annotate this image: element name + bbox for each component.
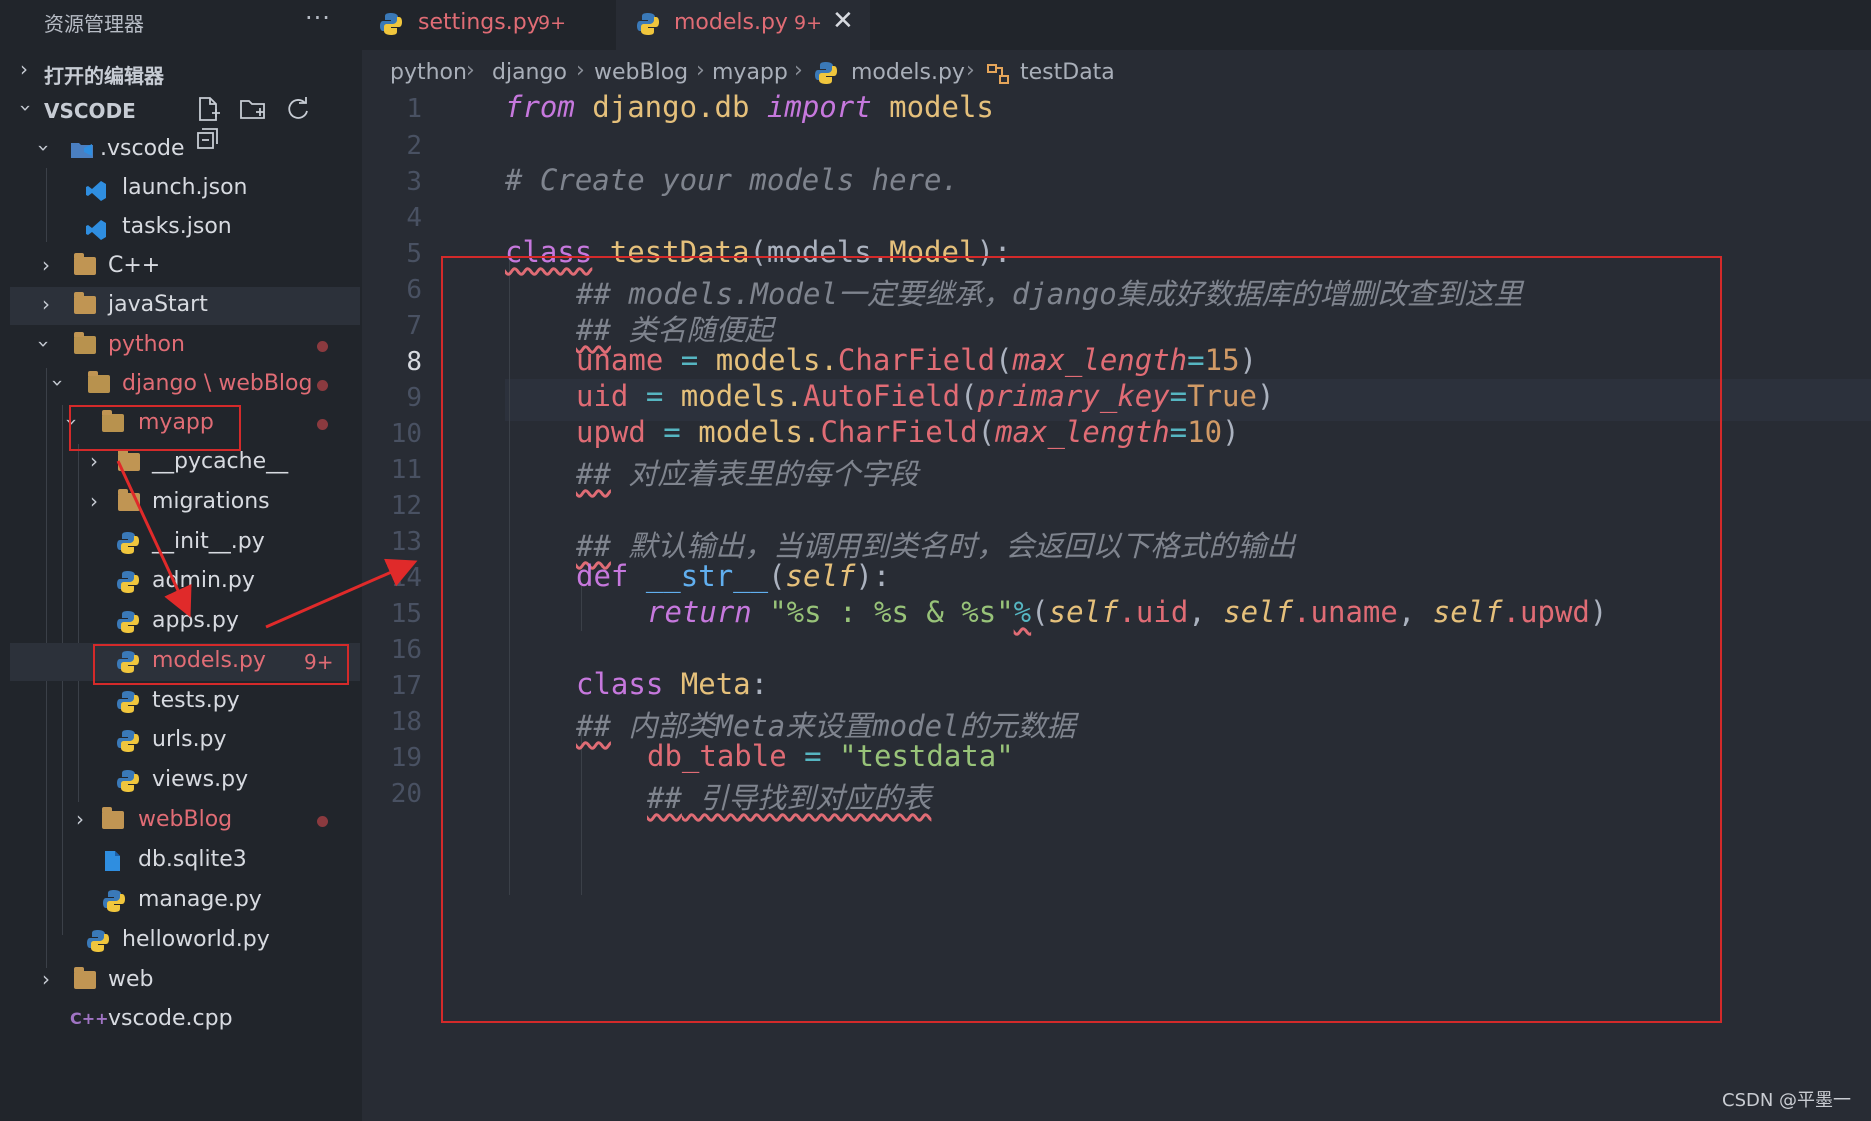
annotation-arrow [265, 558, 418, 629]
annotation-arrows [116, 460, 418, 629]
annotation-arrow [116, 460, 192, 618]
watermark: CSDN @平墨一 [1722, 1090, 1852, 1111]
